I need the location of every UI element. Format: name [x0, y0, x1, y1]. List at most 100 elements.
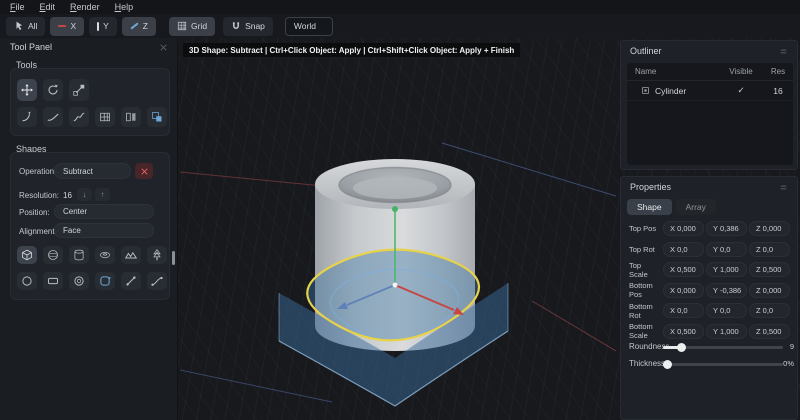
visibility-toggle[interactable]: ✓	[719, 85, 763, 96]
shape-cube-button[interactable]	[17, 246, 37, 264]
prop-y-field[interactable]: Y -0,386	[706, 283, 747, 298]
prop-row-bottom-rot: Bottom RotX 0,0Y 0,0Z 0,0	[621, 303, 799, 318]
bend-icon	[21, 111, 33, 123]
prop-y-field[interactable]: Y 1,000	[706, 324, 747, 339]
tab-shape[interactable]: Shape	[627, 199, 672, 215]
properties-tabs: ShapeArray	[627, 199, 716, 215]
slider-label: Thickness	[629, 359, 665, 368]
prop-y-field[interactable]: Y 0,386	[706, 221, 747, 236]
menu-bar: File Edit Render Help	[0, 0, 800, 14]
toolbar-snap-button[interactable]: Snap	[223, 17, 273, 36]
gizmo-y-handle[interactable]	[392, 206, 398, 212]
prop-y-field[interactable]: Y 0,0	[706, 303, 747, 318]
shape-ring-button[interactable]	[69, 272, 89, 290]
terrain-icon	[125, 249, 137, 261]
world-select[interactable]: World	[285, 17, 333, 36]
toolbar-x-button[interactable]: X	[50, 17, 84, 36]
toolbar-z-button[interactable]: Z	[122, 17, 156, 36]
column-name: Name	[627, 67, 719, 76]
panel-resize-handle[interactable]	[172, 251, 175, 265]
outliner-row-cylinder[interactable]: Cylinder✓16	[627, 81, 793, 101]
tool-move-button[interactable]	[17, 79, 37, 101]
shape-rectangle-button[interactable]	[43, 272, 63, 290]
tool-array-grid-button[interactable]	[95, 107, 115, 127]
loop-icon	[99, 275, 111, 287]
y-axis-icon	[97, 22, 99, 31]
tool-boolean-button[interactable]	[147, 107, 167, 127]
outliner-header-row: Name Visible Res	[627, 63, 793, 81]
tree-icon	[151, 249, 163, 261]
tool-curve-s-button[interactable]	[69, 107, 89, 127]
prop-x-field[interactable]: X 0,0	[663, 303, 704, 318]
prop-x-field[interactable]: X 0,500	[663, 262, 704, 277]
close-icon[interactable]	[159, 43, 168, 52]
prop-z-field[interactable]: Z 0,000	[749, 283, 790, 298]
column-res: Res	[763, 67, 793, 76]
shape-torus-button[interactable]	[95, 246, 115, 264]
tool-mirror-button[interactable]	[121, 107, 141, 127]
resolution-decrease-button[interactable]: ↓	[77, 188, 92, 201]
prop-z-field[interactable]: Z 0,000	[749, 221, 790, 236]
prop-x-field[interactable]: X 0,500	[663, 324, 704, 339]
alignment-select[interactable]: Face	[54, 223, 154, 238]
scale-icon	[73, 84, 85, 96]
slider-handle[interactable]	[677, 343, 686, 352]
position-select[interactable]: Center	[54, 204, 154, 219]
prop-row-bottom-pos: Bottom PosX 0,000Y -0,386Z 0,000	[621, 283, 799, 298]
shape-loop-button[interactable]	[95, 272, 115, 290]
prop-label: Bottom Rot	[629, 302, 661, 320]
shape-terrain-button[interactable]	[121, 246, 141, 264]
toolbar-z-label: Z	[143, 21, 148, 31]
cylinder-icon	[73, 249, 85, 261]
prop-x-field[interactable]: X 0,0	[663, 242, 704, 257]
operation-select[interactable]: Subtract	[54, 163, 131, 179]
prop-row-top-pos: Top PosX 0,000Y 0,386Z 0,000	[621, 221, 799, 236]
outliner-title: Outliner	[630, 46, 662, 56]
move-icon	[21, 84, 33, 96]
menu-edit[interactable]: Edit	[40, 2, 56, 12]
prop-z-field[interactable]: Z 0,0	[749, 303, 790, 318]
prop-x-field[interactable]: X 0,000	[663, 283, 704, 298]
shape-circle-button[interactable]	[17, 272, 37, 290]
menu-icon[interactable]	[779, 183, 788, 192]
menu-icon[interactable]	[779, 47, 788, 56]
menu-help[interactable]: Help	[115, 2, 134, 12]
prop-y-field[interactable]: Y 0,0	[706, 242, 747, 257]
prop-y-field[interactable]: Y 1,000	[706, 262, 747, 277]
slider-track[interactable]	[663, 346, 783, 349]
menu-file[interactable]: File	[10, 2, 25, 12]
remove-operation-button[interactable]	[135, 163, 153, 179]
toolbar-snap-label: Snap	[245, 21, 265, 31]
prop-x-field[interactable]: X 0,000	[663, 221, 704, 236]
toolbar-grid-button[interactable]: Grid	[169, 17, 215, 36]
toolbar-y-button[interactable]: Y	[89, 17, 117, 36]
tool-panel-title: Tool Panel	[10, 42, 52, 52]
close-icon	[140, 167, 149, 176]
shape-sphere-button[interactable]	[43, 246, 63, 264]
position-value: Center	[63, 207, 87, 216]
shape-line-button[interactable]	[121, 272, 141, 290]
shape-curve-points-button[interactable]	[147, 272, 167, 290]
resolution-increase-button[interactable]: ↑	[95, 188, 110, 201]
tool-rotate-button[interactable]	[43, 79, 63, 101]
tool-curve-flat-button[interactable]	[43, 107, 63, 127]
prop-z-field[interactable]: Z 0,0	[749, 242, 790, 257]
toolbar-grid-label: Grid	[191, 21, 207, 31]
shape-tree-button[interactable]	[147, 246, 167, 264]
prop-label: Top Scale	[629, 261, 661, 279]
gizmo-center[interactable]	[393, 283, 398, 288]
prop-z-field[interactable]: Z 0,500	[749, 324, 790, 339]
menu-render[interactable]: Render	[70, 2, 100, 12]
tool-scale-button[interactable]	[69, 79, 89, 101]
properties-sliders: Roundness9Thickness0%	[621, 338, 799, 372]
slider-handle[interactable]	[663, 360, 672, 369]
slider-track[interactable]	[663, 363, 783, 366]
prop-row-bottom-scale: Bottom ScaleX 0,500Y 1,000Z 0,500	[621, 324, 799, 339]
tab-array[interactable]: Array	[676, 199, 716, 215]
toolbar-all-button[interactable]: All	[6, 17, 45, 36]
tool-bend-button[interactable]	[17, 107, 37, 127]
prop-z-field[interactable]: Z 0,500	[749, 262, 790, 277]
slider-value: 0%	[783, 359, 794, 368]
shape-cylinder-button[interactable]	[69, 246, 89, 264]
toolbar-all-label: All	[28, 21, 37, 31]
